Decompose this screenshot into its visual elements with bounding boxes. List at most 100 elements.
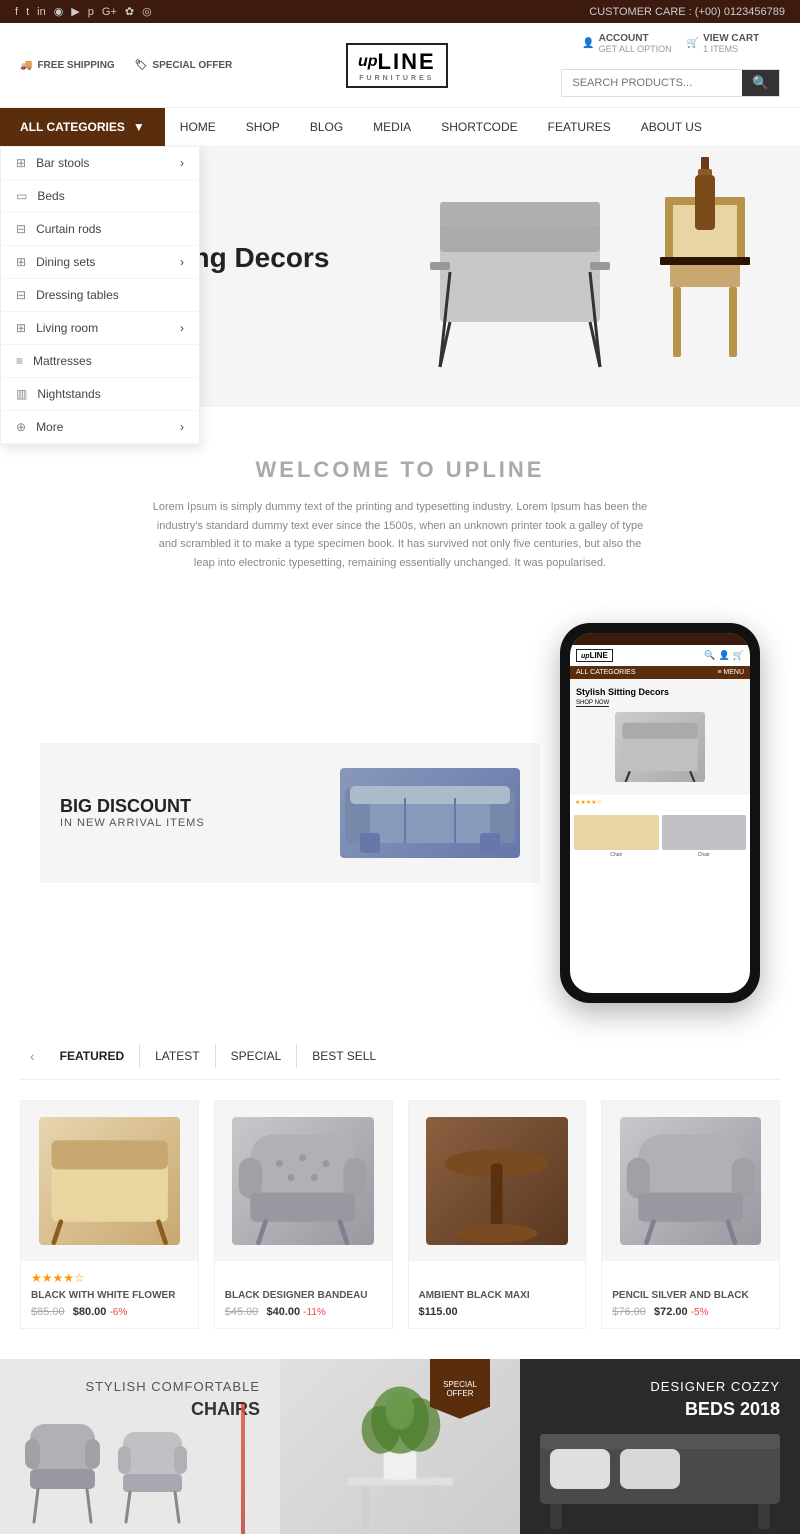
account-button[interactable]: 👤 ACCOUNT GET ALL OPTION [582,33,671,54]
category-label: Nightstands [37,387,100,401]
all-categories-button[interactable]: ALL CATEGORIES ▼ [0,108,165,146]
dropdown-item-dining-sets[interactable]: ⊞ Dining sets › [1,246,199,279]
special-badge-line1: Special [443,1380,477,1389]
promo-beds-box[interactable]: DESIGNER COZZY BEDS 2018 [520,1359,800,1534]
prev-arrow[interactable]: ‹ [20,1043,45,1069]
hero-images [410,177,760,377]
promo-beds-sub: DESIGNER COZZY [650,1379,780,1394]
mobile-user-icon: 👤 [719,650,730,661]
all-categories-label: ALL CATEGORIES [20,120,125,134]
price-old: $76.00 [612,1306,646,1318]
discount-small: IN NEW ARRIVAL ITEMS [60,817,320,829]
product-name: BLACK DESIGNER BANDEAU [215,1290,392,1301]
promo-beds-image [520,1424,800,1534]
product-image [21,1101,198,1261]
instagram-icon[interactable]: ◎ [142,5,152,18]
mobile-hero-title: Stylish Sitting Decors [576,687,744,697]
nav-about-us[interactable]: ABOUT US [626,108,717,146]
mobile-all-categories: ALL CATEGORIES [576,669,636,676]
product-name: AMBIENT BLACK MAXI [409,1290,586,1301]
mobile-cart-icon: 🛒 [733,650,744,661]
dropdown-item-living-room[interactable]: ⊞ Living room › [1,312,199,345]
dropdown-item-dressing-tables[interactable]: ⊟ Dressing tables [1,279,199,312]
tab-latest[interactable]: LATEST [140,1044,215,1068]
mobile-shop-now: SHOP NOW [576,700,609,707]
nav-home[interactable]: HOME [165,108,231,146]
dropdown-item-nightstands[interactable]: ▥ Nightstands [1,378,199,411]
mobile-topbar [570,633,750,645]
dropdown-item-curtain-rods[interactable]: ⊟ Curtain rods [1,213,199,246]
site-logo[interactable]: up LINE FURNITURES [346,43,448,88]
cart-button[interactable]: 🛒 VIEW CART 1 ITEMS [687,33,760,54]
googleplus-icon[interactable]: G+ [102,6,117,18]
search-input[interactable] [562,70,742,96]
nav-shortcode[interactable]: SHORTCODE [426,108,532,146]
welcome-body: Lorem Ipsum is simply dummy text of the … [150,498,650,573]
promo-special-offer-box[interactable]: Special OFFER [280,1359,520,1534]
rss-icon[interactable]: ◉ [54,5,64,18]
product-card[interactable]: ★★★★☆ BLACK WITH WHITE FLOWER $85.00 $80… [20,1100,199,1329]
price-new: $72.00 [654,1306,688,1318]
product-name: PENCIL SILVER AND BLACK [602,1290,779,1301]
tab-best-sell[interactable]: BEST SELL [297,1044,391,1068]
mobile-phone-preview: upLINE 🔍 👤 🛒 ALL CATEGORIES ≡ MENU Styli… [560,623,760,1003]
account-label: ACCOUNT [599,33,672,44]
social-icons[interactable]: f t in ◉ ▶ p G+ ✿ ◎ [15,5,152,18]
linkedin-icon[interactable]: in [37,6,46,18]
sofa-image [340,768,520,858]
product-card[interactable]: ★★★★☆ BLACK DESIGNER BANDEAU $45.00 $40.… [214,1100,393,1329]
header-right: 👤 ACCOUNT GET ALL OPTION 🛒 VIEW CART 1 I… [561,33,780,97]
dropdown-item-mattresses[interactable]: ≡ Mattresses [1,345,199,378]
product-card[interactable]: ★★★★☆ AMBIENT BLACK MAXI $115.00 [408,1100,587,1329]
nav-media[interactable]: MEDIA [358,108,426,146]
arrow-right-icon: › [180,156,184,170]
curtain-icon: ⊟ [16,222,26,236]
category-label: Curtain rods [36,222,101,236]
mobile-search-icon: 🔍 [704,650,715,661]
dressing-icon: ⊟ [16,288,26,302]
search-button[interactable]: 🔍 [742,70,779,96]
price-discount: -11% [303,1307,326,1318]
tab-featured[interactable]: FEATURED [45,1044,140,1068]
promo-chair-svg-1 [20,1414,105,1524]
product-price: $76.00 $72.00 -5% [602,1306,779,1318]
bottom-promos: STYLISH COMFORTABLE CHAIRS [0,1359,800,1534]
dining-icon: ⊞ [16,255,26,269]
nav-shop[interactable]: SHOP [231,108,295,146]
facebook-icon[interactable]: f [15,6,18,18]
product-image [215,1101,392,1261]
mobile-header-icons: 🔍 👤 🛒 [704,650,744,661]
dropdown-item-bar-stools[interactable]: ⊞ Bar stools › [1,147,199,180]
dropdown-item-beds[interactable]: ▭ Beds [1,180,199,213]
free-shipping-badge: 🚚 FREE SHIPPING [20,60,115,71]
cart-label: VIEW CART [703,33,759,44]
tab-special[interactable]: SPECIAL [216,1044,298,1068]
search-bar[interactable]: 🔍 [561,69,780,97]
discount-text: BIG DISCOUNT IN NEW ARRIVAL ITEMS [60,796,320,829]
mobile-menu-icon: ≡ MENU [717,669,744,676]
product-thumbnail [232,1117,373,1245]
mobile-product-1: Chair [574,815,659,858]
price-discount: -5% [691,1307,709,1318]
main-nav: ALL CATEGORIES ▼ HOME SHOP BLOG MEDIA SH… [0,108,800,147]
twitter-icon[interactable]: t [26,6,29,18]
logo-up: up [358,53,378,71]
category-label: Mattresses [33,354,92,368]
product-card[interactable]: ★★★★☆ PENCIL SILVER AND BLACK $76.00 $72… [601,1100,780,1329]
product-thumbnail [39,1117,180,1245]
nav-links: HOME SHOP BLOG MEDIA SHORTCODE FEATURES … [165,108,717,146]
nav-blog[interactable]: BLOG [295,108,358,146]
mobile-logo-row: upLINE 🔍 👤 🛒 [570,645,750,666]
discount-big: BIG DISCOUNT [60,796,320,817]
dropdown-item-more[interactable]: ⊕ More › [1,411,199,444]
pinterest-icon[interactable]: p [88,6,94,18]
special-offer-label: SPECIAL OFFER [152,60,232,71]
promo-chair-svg-2 [115,1424,190,1524]
category-label: More [36,420,63,434]
nightstand-icon: ▥ [16,387,27,401]
promo-chairs-images [0,1404,280,1534]
promo-chairs-box[interactable]: STYLISH COMFORTABLE CHAIRS [0,1359,280,1534]
vine-icon[interactable]: ✿ [125,5,134,18]
nav-features[interactable]: FEATURES [533,108,626,146]
youtube-icon[interactable]: ▶ [71,5,79,18]
